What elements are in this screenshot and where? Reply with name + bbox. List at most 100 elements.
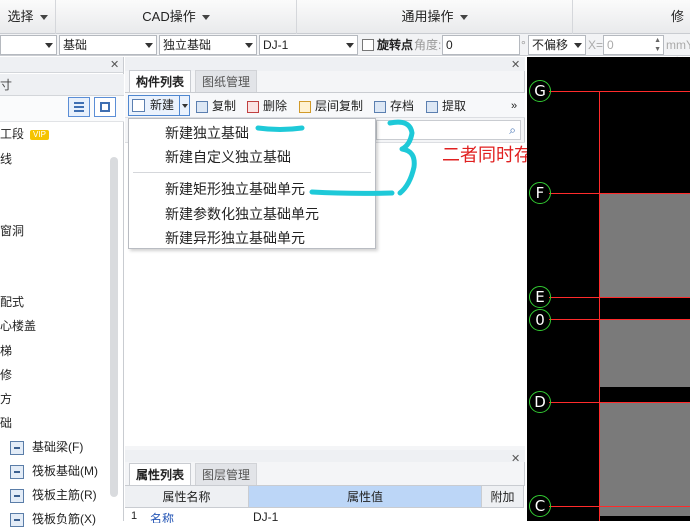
extract-button[interactable]: 提取 [426, 95, 466, 117]
property-value-cell[interactable]: DJ-1 [253, 510, 278, 523]
close-icon[interactable]: ✕ [110, 58, 119, 71]
delete-icon [247, 100, 259, 113]
grid-line [599, 91, 600, 521]
save-icon [374, 100, 386, 113]
component-type-combo[interactable]: 独立基础 [159, 35, 257, 55]
degree-symbol: ° [521, 38, 526, 52]
tree-item-label: 方 [0, 392, 13, 406]
foundation-block [599, 193, 690, 297]
menu-item-new-irregular-foundation-unit[interactable]: 新建异形独立基础单元 [165, 227, 305, 249]
tab-label: 图纸管理 [202, 75, 251, 89]
tree-item-section[interactable]: 工段 VIP [0, 123, 49, 145]
menu-item-new-parametric-foundation-unit[interactable]: 新建参数化独立基础单元 [165, 203, 319, 225]
tab-property-list[interactable]: 属性列表 [129, 463, 192, 485]
tab-drawing-management[interactable]: 图纸管理 [195, 70, 258, 92]
new-button-label: 新建 [150, 98, 175, 112]
tree-item-line[interactable]: 线 [0, 148, 12, 170]
tree-item-window-opening[interactable]: 窗洞 [0, 220, 24, 242]
tab-component-list[interactable]: 构件列表 [129, 70, 192, 92]
left-panel-header [0, 57, 123, 73]
tab-label: 图层管理 [202, 468, 251, 482]
grid-line [549, 193, 690, 194]
menu-select[interactable]: 选择 [0, 0, 56, 34]
raft-foundation-icon [10, 464, 24, 479]
top-menu-bar: 选择 CAD操作 通用操作 修改 [0, 0, 690, 58]
menu-cad-operation[interactable]: CAD操作 [56, 0, 297, 34]
list-view-icon[interactable] [68, 97, 90, 117]
tree-item-raft-foundation[interactable]: 筏板基础(M) [10, 460, 98, 482]
tab-layer-management[interactable]: 图层管理 [195, 463, 258, 485]
tree-item-raft-main-rebar[interactable]: 筏板主筋(R) [10, 484, 97, 506]
category-combo-value: 基础 [63, 38, 88, 52]
axis-label-g: G [529, 80, 551, 102]
grid-view-icon[interactable] [94, 97, 116, 117]
tree-item-label: 梯 [0, 344, 13, 358]
save-button[interactable]: 存档 [374, 95, 414, 117]
new-button[interactable]: 新建 [128, 95, 190, 116]
tree-item-decoration[interactable]: 修 [0, 364, 12, 386]
foundation-beam-icon [10, 440, 24, 455]
tree-item-earthwork[interactable]: 方 [0, 388, 12, 410]
chevron-down-icon [39, 15, 48, 21]
tree-item-foundation[interactable]: 础 [0, 412, 12, 434]
tree-item-raft-negative-rebar[interactable]: 筏板负筋(X) [10, 508, 96, 530]
tree-item-hollow-slab[interactable]: 心楼盖 [0, 315, 36, 337]
left-panel-toolbar [0, 96, 124, 122]
axis-label-c: C [529, 495, 551, 517]
close-icon[interactable]: ✕ [511, 58, 520, 71]
menu-item-new-independent-foundation[interactable]: 新建独立基础 [165, 122, 249, 144]
copy-button[interactable]: 复制 [196, 95, 236, 117]
chevron-down-icon [574, 43, 582, 48]
left-nav-panel: ✕ 寸 工段 VIP 线 窗洞 配式 心楼盖 梯 修 方 础 基础梁(F) 筏板基… [0, 57, 124, 527]
tree-item-prefab[interactable]: 配式 [0, 291, 24, 313]
property-toolbar: 基础 独立基础 DJ-1 旋转点 角度: 0 ° 不偏移 X= 0 ▲▼ mmY [0, 34, 690, 56]
x-input[interactable]: 0 ▲ ▼ [603, 35, 664, 55]
chevron-down-icon[interactable] [182, 104, 188, 108]
annotation-marker [255, 119, 417, 196]
more-button[interactable]: » [511, 95, 517, 117]
extract-label: 提取 [442, 99, 467, 113]
raft-negative-rebar-icon [10, 512, 24, 527]
grid-line [549, 91, 690, 92]
offset-combo[interactable]: 不偏移 [528, 35, 586, 55]
tree-item-foundation-beam[interactable]: 基础梁(F) [10, 436, 83, 458]
chevron-down-icon [346, 43, 354, 48]
property-table: 属性名称 属性值 附加 1 名称 DJ-1 [125, 485, 525, 523]
left-panel-scrollbar[interactable] [110, 157, 118, 497]
angle-input[interactable]: 0 [442, 35, 520, 55]
grid-line [549, 297, 690, 298]
rotate-point-checkbox[interactable] [362, 39, 374, 51]
floor-combo[interactable] [0, 35, 57, 55]
property-name-cell: 名称 [150, 512, 175, 523]
category-combo[interactable]: 基础 [59, 35, 157, 55]
floor-copy-button[interactable]: 层间复制 [299, 95, 363, 117]
x-label: X= [588, 38, 604, 52]
tree-sub-label: 筏板基础(M) [32, 464, 98, 478]
menu-modify[interactable]: 修改 [573, 0, 690, 58]
floor-copy-icon [299, 100, 311, 113]
property-panel-header [125, 450, 525, 462]
chevron-down-icon [45, 43, 53, 48]
tree-item-label: 工段 [0, 127, 25, 141]
axis-label-0: 0 [529, 309, 551, 331]
cad-canvas[interactable]: G F E 0 D C [527, 57, 690, 521]
close-icon[interactable]: ✕ [511, 452, 520, 465]
save-label: 存档 [390, 99, 415, 113]
foundation-block [599, 319, 690, 387]
grid-line [549, 506, 690, 507]
search-icon[interactable]: ⌕ [509, 123, 516, 138]
angle-label: 角度: [414, 38, 442, 52]
tab-label: 构件列表 [136, 75, 185, 89]
delete-button[interactable]: 删除 [247, 95, 287, 117]
vip-badge: VIP [30, 129, 49, 140]
copy-icon [196, 100, 208, 113]
menu-common-operation[interactable]: 通用操作 [297, 0, 573, 34]
tree-item-label: 础 [0, 416, 13, 430]
underline-mark [309, 189, 395, 196]
component-name-combo[interactable]: DJ-1 [259, 35, 358, 55]
x-value: 0 [607, 38, 614, 52]
brace-mark [387, 119, 417, 196]
tree-item-label: 心楼盖 [0, 319, 37, 333]
tree-item-stair[interactable]: 梯 [0, 340, 12, 362]
component-type-value: 独立基础 [163, 38, 212, 52]
